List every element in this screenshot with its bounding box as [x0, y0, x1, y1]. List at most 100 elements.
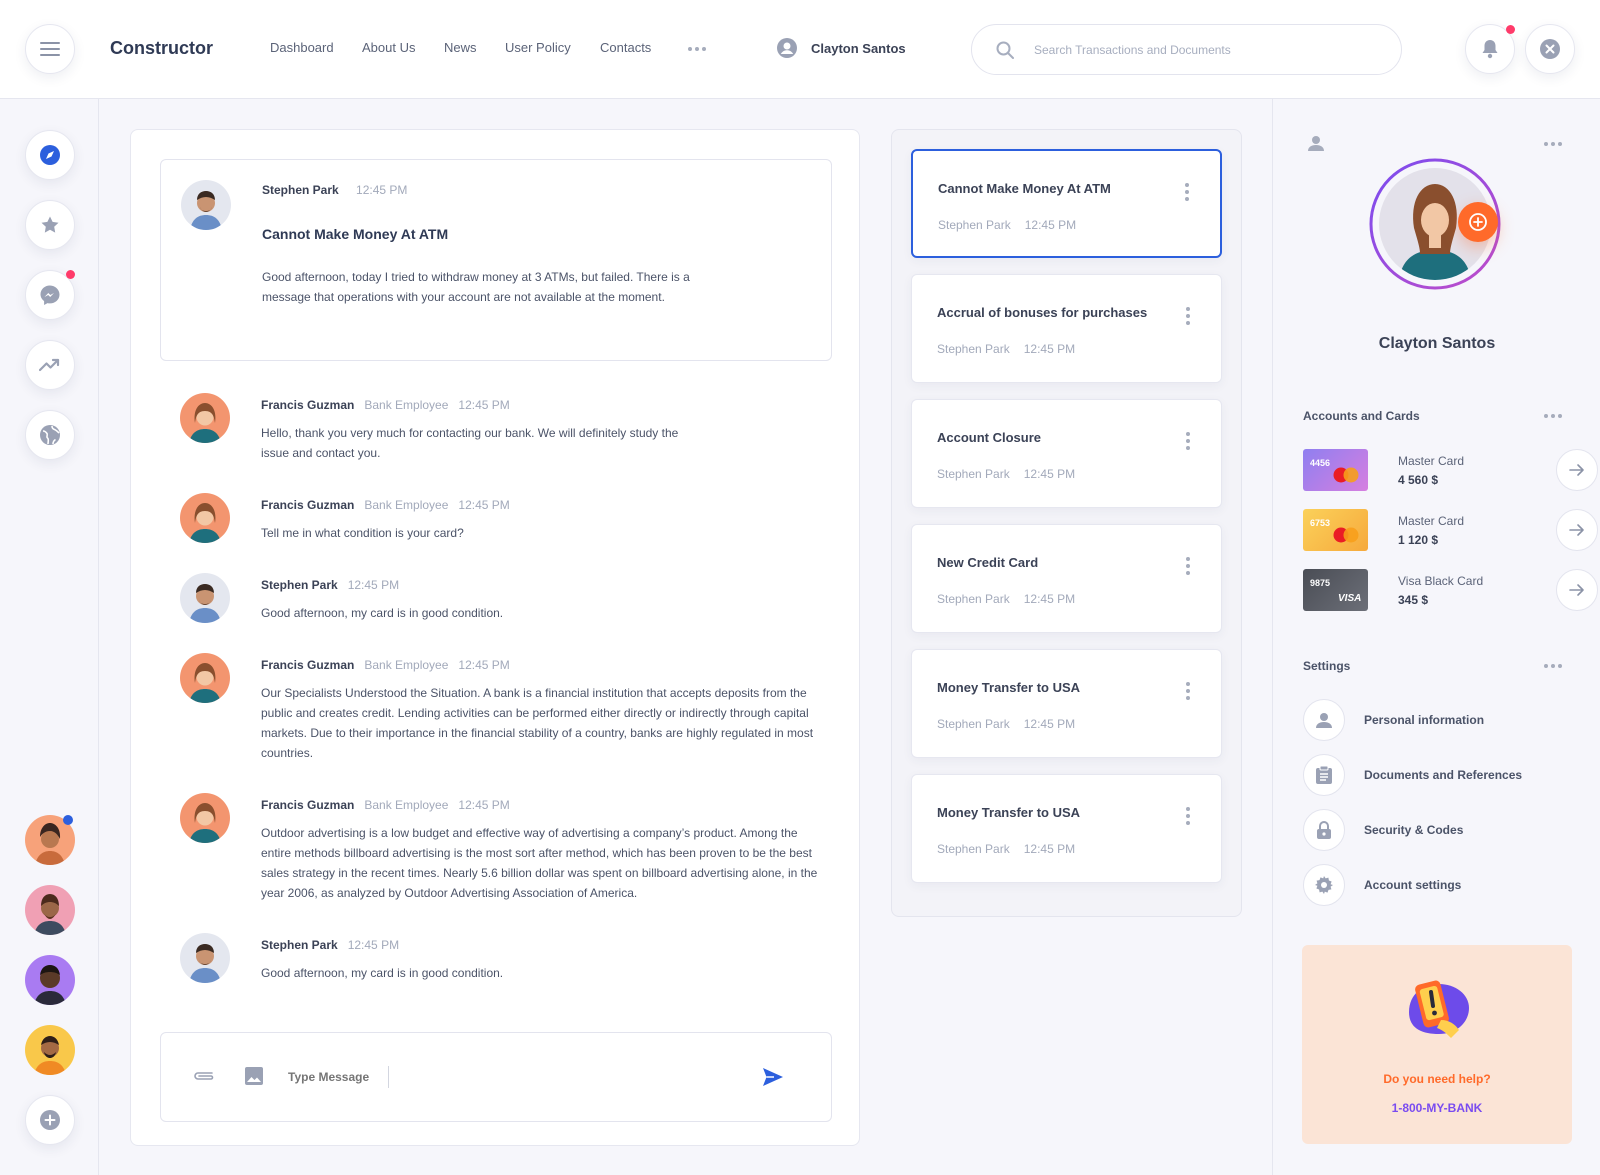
ticket-more-icon[interactable] — [1186, 557, 1190, 575]
contact-avatar-2[interactable] — [25, 885, 75, 935]
card-open-button[interactable] — [1556, 509, 1598, 551]
notification-badge — [1506, 25, 1515, 34]
ticket-card[interactable]: Money Transfer to USA Stephen Park 12:45 … — [911, 774, 1222, 883]
image-button[interactable] — [245, 1067, 263, 1090]
settings-more-icon[interactable] — [1544, 664, 1562, 668]
help-phone-link[interactable]: 1-800-MY-BANK — [1302, 1101, 1572, 1115]
card-image: 4456 — [1303, 449, 1368, 491]
nav-item-user-policy[interactable]: User Policy — [505, 40, 571, 55]
sidebar-favorites-button[interactable] — [25, 200, 75, 250]
ticket-author: Stephen Park — [937, 717, 1010, 731]
send-button[interactable] — [762, 1067, 784, 1092]
ticket-card[interactable]: Accrual of bonuses for purchases Stephen… — [911, 274, 1222, 383]
avatar — [180, 573, 230, 623]
accounts-more-icon[interactable] — [1544, 414, 1562, 418]
sidebar-analytics-button[interactable] — [25, 340, 75, 390]
avatar — [180, 653, 230, 703]
message-author: Stephen Park — [261, 578, 338, 592]
bell-icon — [1482, 40, 1498, 59]
plus-circle-icon — [1469, 213, 1487, 231]
menu-button[interactable] — [25, 24, 75, 74]
message-role: Bank Employee — [364, 798, 449, 812]
compass-icon — [40, 145, 60, 165]
settings-item-documents[interactable]: Documents and References — [1303, 754, 1573, 796]
card-number: 9875 — [1310, 578, 1331, 588]
message-author: Stephen Park — [261, 938, 338, 952]
ticket-card[interactable]: Account Closure Stephen Park 12:45 PM — [911, 399, 1222, 508]
message-composer — [160, 1032, 832, 1122]
message-time: 12:45 PM — [347, 578, 400, 592]
ticket-title: Account Closure — [937, 430, 1042, 445]
header-user[interactable]: Clayton Santos — [777, 38, 906, 58]
messages-badge — [66, 270, 75, 279]
ticket-time: 12:45 PM — [1023, 842, 1076, 856]
subject-author: Stephen Park — [262, 183, 339, 197]
ticket-title: Cannot Make Money At ATM — [938, 181, 1111, 196]
mastercard-icon — [1333, 467, 1359, 483]
ticket-title: Accrual of bonuses for purchases — [937, 305, 1148, 320]
profile-more-icon[interactable] — [1544, 142, 1562, 146]
sidebar-globe-button[interactable] — [25, 410, 75, 460]
top-bar: Constructor Dashboard About Us News User… — [0, 0, 1600, 99]
subject-text: Good afternoon, today I tried to withdra… — [262, 270, 690, 304]
message-text: Tell me in what condition is your card? — [261, 526, 464, 540]
card-name: Visa Black Card — [1398, 574, 1484, 588]
settings-item-security[interactable]: Security & Codes — [1303, 809, 1573, 851]
message-time: 12:45 PM — [347, 938, 400, 952]
clipboard-icon — [1316, 766, 1332, 784]
message-time: 12:45 PM — [458, 498, 510, 512]
message-text: Good afternoon, my card is in good condi… — [261, 966, 504, 980]
nav-item-about-us[interactable]: About Us — [362, 40, 415, 55]
ticket-card[interactable]: Cannot Make Money At ATM Stephen Park 12:… — [911, 149, 1222, 258]
messenger-icon — [40, 285, 60, 305]
avatar — [180, 933, 230, 983]
nav-item-news[interactable]: News — [444, 40, 477, 55]
search-box[interactable] — [971, 24, 1402, 75]
globe-icon — [40, 425, 60, 445]
close-circle-icon — [1540, 39, 1560, 59]
settings-item-personal-information[interactable]: Personal information — [1303, 699, 1573, 741]
nav-item-contacts[interactable]: Contacts — [600, 40, 651, 55]
ticket-card[interactable]: New Credit Card Stephen Park 12:45 PM — [911, 524, 1222, 633]
ticket-more-icon[interactable] — [1186, 682, 1190, 700]
upload-photo-button[interactable] — [1458, 202, 1498, 242]
more-nav-icon[interactable] — [688, 47, 706, 51]
ticket-card[interactable]: Money Transfer to USA Stephen Park 12:45 … — [911, 649, 1222, 758]
profile-panel: Clayton Santos Accounts and Cards 4456 M… — [1272, 99, 1600, 1175]
user-circle-icon — [777, 38, 797, 58]
lock-icon — [1317, 821, 1331, 839]
card-open-button[interactable] — [1556, 449, 1598, 491]
sidebar-explore-button[interactable] — [25, 130, 75, 180]
message-text: Our Specialists Understood the Situation… — [261, 686, 814, 760]
contact-avatar-4[interactable] — [25, 1025, 75, 1075]
card-number: 4456 — [1310, 458, 1331, 468]
settings-item-label: Documents and References — [1364, 768, 1523, 782]
plus-circle-icon — [40, 1110, 60, 1130]
ticket-more-icon[interactable] — [1186, 307, 1190, 325]
subject-title: Cannot Make Money At ATM — [262, 226, 449, 242]
message-author: Francis Guzman — [261, 798, 355, 812]
settings-item-label: Security & Codes — [1364, 823, 1464, 837]
message-input[interactable] — [288, 1065, 608, 1089]
card-open-button[interactable] — [1556, 569, 1598, 611]
ticket-title: Money Transfer to USA — [937, 680, 1081, 695]
attach-button[interactable] — [192, 1069, 216, 1088]
ticket-more-icon[interactable] — [1186, 807, 1190, 825]
avatar — [180, 393, 230, 443]
contact-avatar-3[interactable] — [25, 955, 75, 1005]
search-input[interactable] — [1034, 42, 1364, 57]
message-author: Francis Guzman — [261, 658, 355, 672]
account-card-row: 6753 Master Card 1 120 $ — [1303, 509, 1598, 551]
ticket-more-icon[interactable] — [1186, 432, 1190, 450]
card-amount: 4 560 $ — [1398, 473, 1439, 487]
message-time: 12:45 PM — [458, 398, 510, 412]
ticket-list-panel: Cannot Make Money At ATM Stephen Park 12:… — [891, 129, 1242, 917]
card-name: Master Card — [1398, 514, 1465, 528]
settings-item-account-settings[interactable]: Account settings — [1303, 864, 1573, 906]
avatar — [181, 180, 231, 230]
nav-item-dashboard[interactable]: Dashboard — [270, 40, 334, 55]
add-contact-button[interactable] — [25, 1095, 75, 1145]
message-role: Bank Employee — [364, 658, 449, 672]
ticket-more-icon[interactable] — [1185, 183, 1189, 201]
close-button[interactable] — [1525, 24, 1575, 74]
